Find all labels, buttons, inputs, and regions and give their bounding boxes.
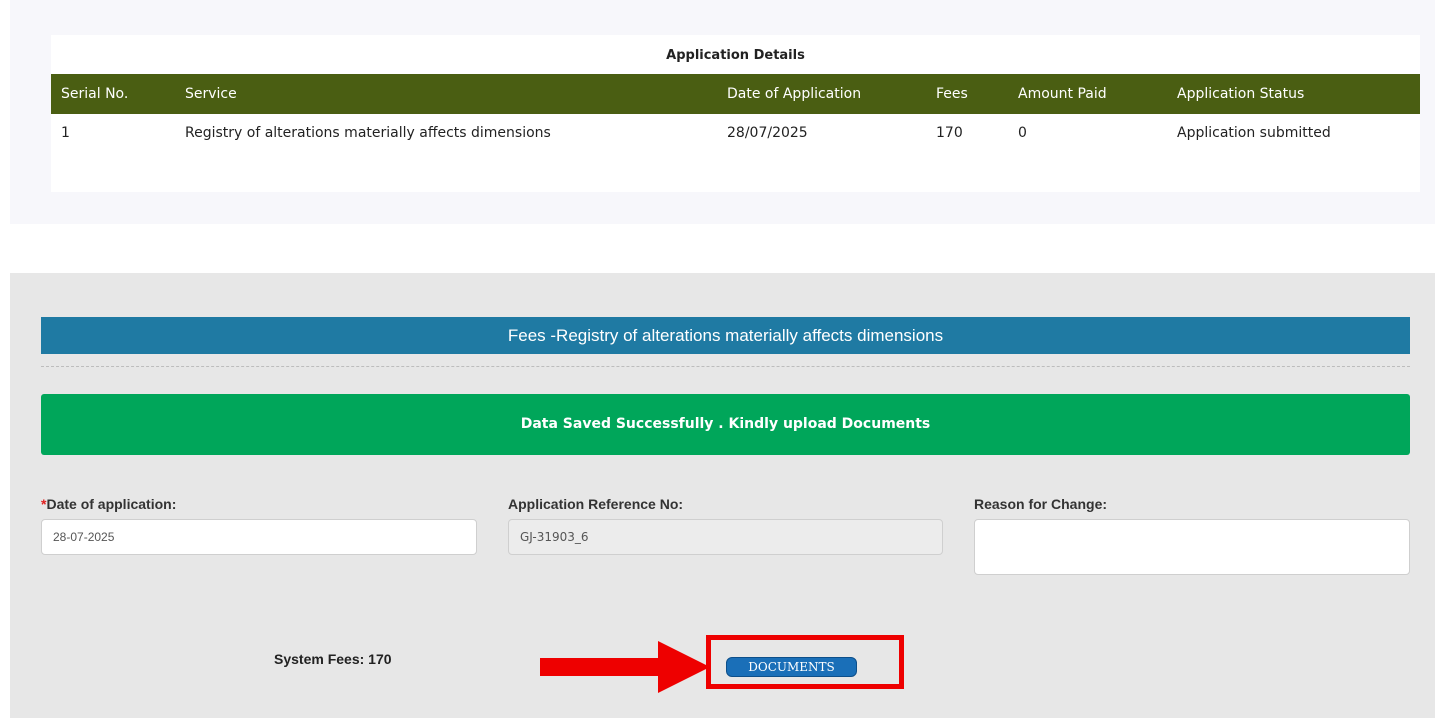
col-header-date: Date of Application bbox=[727, 86, 862, 102]
system-fees: System Fees: 170 bbox=[274, 651, 392, 667]
cell-fees: 170 bbox=[936, 125, 963, 141]
documents-button[interactable]: DOCUMENTS bbox=[726, 657, 857, 677]
date-of-application-input[interactable] bbox=[41, 519, 477, 555]
reason-for-change-textarea[interactable] bbox=[974, 519, 1410, 575]
application-details-table: Serial No. Service Date of Application F… bbox=[51, 74, 1420, 152]
date-of-application-label-text: Date of application: bbox=[46, 496, 177, 512]
application-details-title: Application Details bbox=[666, 48, 805, 63]
table-row: 1 Registry of alterations materially aff… bbox=[51, 114, 1420, 152]
col-header-serial: Serial No. bbox=[61, 86, 129, 102]
system-fees-value: 170 bbox=[368, 651, 392, 667]
cell-service: Registry of alterations materially affec… bbox=[185, 125, 551, 141]
cell-status: Application submitted bbox=[1177, 125, 1331, 141]
cell-serial: 1 bbox=[61, 125, 70, 141]
reason-for-change-label: Reason for Change: bbox=[974, 496, 1108, 512]
fees-panel: Fees -Registry of alterations materially… bbox=[10, 273, 1435, 718]
cell-date: 28/07/2025 bbox=[727, 125, 808, 141]
col-header-amount-paid: Amount Paid bbox=[1018, 86, 1107, 102]
table-header-row: Serial No. Service Date of Application F… bbox=[51, 74, 1420, 114]
reference-no-input[interactable] bbox=[508, 519, 943, 555]
red-arrow-icon bbox=[540, 641, 710, 693]
success-banner: Data Saved Successfully . Kindly upload … bbox=[41, 394, 1410, 455]
col-header-status: Application Status bbox=[1177, 86, 1305, 102]
reference-no-label: Application Reference No: bbox=[508, 496, 684, 512]
fees-header: Fees -Registry of alterations materially… bbox=[41, 317, 1410, 354]
application-details-card: Application Details Serial No. Service D… bbox=[51, 35, 1420, 192]
dashed-divider bbox=[41, 366, 1410, 367]
date-of-application-label: *Date of application: bbox=[41, 496, 176, 512]
col-header-service: Service bbox=[185, 86, 237, 102]
col-header-fees: Fees bbox=[936, 86, 968, 102]
application-details-panel: Application Details Serial No. Service D… bbox=[10, 0, 1435, 224]
cell-amount-paid: 0 bbox=[1018, 125, 1027, 141]
system-fees-label: System Fees: bbox=[274, 651, 365, 667]
